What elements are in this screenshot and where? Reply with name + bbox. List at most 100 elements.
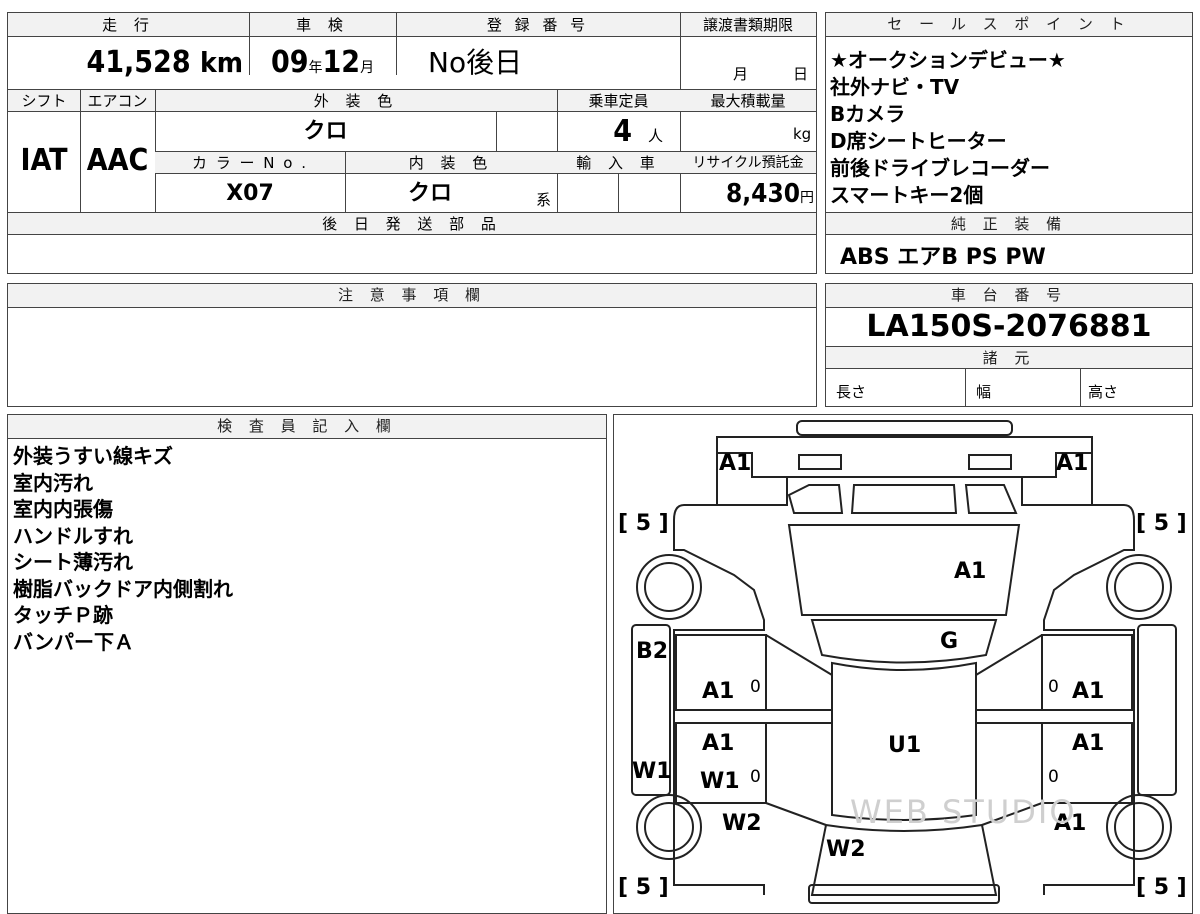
transfer-deadline-label: 譲渡書類期限 xyxy=(702,16,793,34)
exterior-color-value: クロ xyxy=(303,119,348,144)
capacity-label: 乗車定員 xyxy=(588,92,649,110)
color-no-label: カ ラ ー N o . xyxy=(191,154,308,172)
chassis-panel: 車 台 番 号 LA150S-2076881 諸 元 長さ 幅 高さ xyxy=(825,283,1193,407)
chassis-label: 車 台 番 号 xyxy=(826,284,1192,308)
tire-rear-right-shape xyxy=(1106,794,1172,860)
later-parts-label: 後 日 発 送 部 品 xyxy=(8,213,816,235)
recycle-value-cell: 8,430円 xyxy=(680,176,814,216)
chassis-number: LA150S-2076881 xyxy=(866,309,1152,344)
mark-front-right: A1 xyxy=(1056,451,1089,476)
notes-panel: 注 意 事 項 欄 xyxy=(7,283,817,407)
inspector-note: バンパー下Ａ xyxy=(13,629,134,654)
shift-label: シフト xyxy=(21,92,67,110)
mark-left-quarter: W2 xyxy=(722,811,762,836)
capacity-unit: 人 xyxy=(648,127,664,145)
inspection-month-unit: 月 xyxy=(360,60,375,76)
mark-left-rear-zero: 0 xyxy=(750,767,761,787)
max-load-label: 最大積載量 xyxy=(710,92,786,110)
inspector-note: ハンドルすれ xyxy=(13,523,133,548)
mileage-unit: km xyxy=(200,46,243,79)
front-panel-shape xyxy=(716,436,1093,478)
mark-right-front-zero: 0 xyxy=(1048,677,1059,697)
genuine-equipment-value: ABS エアB PS PW xyxy=(840,245,1046,270)
sales-point-line: D席シートヒーター xyxy=(830,129,1007,153)
sales-point-line: ★オークションデビュー★ xyxy=(830,48,1066,72)
notes-label: 注 意 事 項 欄 xyxy=(8,284,816,308)
vent-left-shape xyxy=(787,484,844,514)
recycle-value: 8,430 xyxy=(726,179,800,209)
inspector-note: タッチＰ跡 xyxy=(13,603,113,627)
mark-right-rear-zero: 0 xyxy=(1048,767,1059,787)
mark-left-rear-door: A1 xyxy=(702,731,735,756)
mark-tire-front-left: [ 5 ] xyxy=(618,511,669,536)
mark-tire-front-right: [ 5 ] xyxy=(1136,511,1187,536)
tire-rear-right-inner xyxy=(1114,802,1164,852)
sales-point-line: 前後ドライブレコーダー xyxy=(830,156,1050,180)
recycle-unit: 円 xyxy=(800,190,814,206)
inspection-year: 09 xyxy=(270,45,309,80)
vent-center-shape xyxy=(850,484,958,514)
mark-left-sill: W1 xyxy=(632,759,672,784)
exterior-color-label: 外 装 色 xyxy=(313,92,399,110)
sales-points-list: ★オークションデビュー★ 社外ナビ・TV Bカメラ D席シートヒーター 前後ドラ… xyxy=(830,47,1066,209)
sales-points-panel: セ ー ル ス ポ イ ン ト ★オークションデビュー★ 社外ナビ・TV Bカメ… xyxy=(825,12,1193,274)
mark-tire-rear-left: [ 5 ] xyxy=(618,875,669,900)
mark-left-rear-w1: W1 xyxy=(700,769,740,794)
sales-points-label: セ ー ル ス ポ イ ン ト xyxy=(826,13,1192,37)
mileage-value-cell: 41,528 km xyxy=(8,37,249,89)
color-no-value: X07 xyxy=(226,181,274,206)
mark-right-front-door: A1 xyxy=(1072,679,1105,704)
mark-windshield: G xyxy=(940,629,959,654)
inspector-note: 室内内張傷 xyxy=(13,497,113,521)
sales-point-line: 社外ナビ・TV xyxy=(830,75,960,99)
inspector-note: 樹脂バックドア内側割れ xyxy=(13,576,233,601)
inspection-month: 12 xyxy=(322,45,361,80)
mark-left-front-zero: 0 xyxy=(750,677,761,697)
recycle-label: リサイクル預託金 xyxy=(692,155,804,171)
inspector-label: 検 査 員 記 入 欄 xyxy=(8,415,606,439)
aircon-value: AAC xyxy=(86,143,149,178)
sales-point-line: Bカメラ xyxy=(830,102,906,126)
tire-front-left-shape xyxy=(636,554,702,620)
genuine-equipment-label: 純 正 装 備 xyxy=(826,213,1192,235)
mark-left-pillar: B2 xyxy=(636,639,669,664)
shift-value: IAT xyxy=(20,143,68,178)
inspector-panel: 検 査 員 記 入 欄 外装うすい線キズ 室内汚れ 室内内張傷 ハンドルすれ シ… xyxy=(7,414,607,914)
front-bumper-shape xyxy=(796,420,1013,436)
tire-front-right-inner xyxy=(1114,562,1164,612)
interior-color-suffix: 系 xyxy=(536,191,552,209)
tire-front-left-inner xyxy=(644,562,694,612)
interior-color-value: クロ xyxy=(407,181,452,206)
inspector-note: 室内汚れ xyxy=(13,470,93,495)
inspector-note: シート薄汚れ xyxy=(13,550,133,574)
main-info-table: 走 行 車 検 登 録 番 号 譲渡書類期限 41,528 km 09年12月 … xyxy=(7,12,817,274)
specs-label: 諸 元 xyxy=(826,347,1192,369)
mark-rear-glass: W2 xyxy=(826,837,866,862)
interior-color-label: 内 装 色 xyxy=(408,154,494,172)
inspector-note: 外装うすい線キズ xyxy=(13,444,173,468)
vent-right-shape xyxy=(964,484,1018,514)
mark-roof: U1 xyxy=(888,733,922,758)
mark-hood: A1 xyxy=(954,559,987,584)
registration-label: 登 録 番 号 xyxy=(486,16,590,34)
capacity-value: 4 xyxy=(613,114,632,149)
right-headlight-shape xyxy=(968,454,1012,470)
tire-front-right-shape xyxy=(1106,554,1172,620)
left-headlight-shape xyxy=(798,454,842,470)
transfer-day-unit: 日 xyxy=(793,65,809,83)
watermark: WEB STUDIO xyxy=(850,793,1077,831)
right-sill-shape xyxy=(1137,624,1177,796)
inspector-notes-list: 外装うすい線キズ 室内汚れ 室内内張傷 ハンドルすれ シート薄汚れ 樹脂バックド… xyxy=(13,443,233,655)
registration-value: No後日 xyxy=(428,46,523,79)
inspection-label: 車 検 xyxy=(296,16,349,34)
car-diagram-panel: A1 A1 [ 5 ] [ 5 ] A1 G B2 A1 0 0 A1 A1 U… xyxy=(613,414,1193,914)
aircon-label: エアコン xyxy=(87,92,148,110)
height-label: 高さ xyxy=(1088,383,1119,401)
inspection-value-cell: 09年12月 xyxy=(249,37,396,89)
tire-rear-left-shape xyxy=(636,794,702,860)
mileage-label: 走 行 xyxy=(102,16,155,34)
max-load-unit: kg xyxy=(793,125,812,143)
mark-tire-rear-right: [ 5 ] xyxy=(1136,875,1187,900)
mark-left-front-door: A1 xyxy=(702,679,735,704)
windshield-shape xyxy=(810,619,998,664)
